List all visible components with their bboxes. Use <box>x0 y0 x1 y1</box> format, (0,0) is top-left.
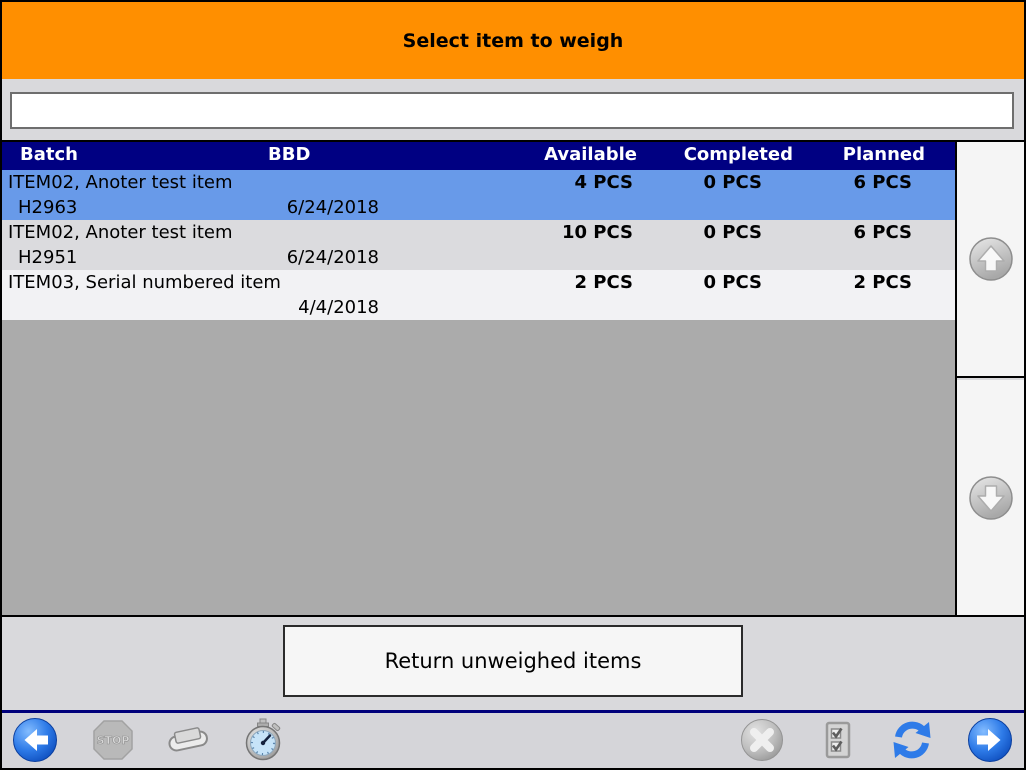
column-header-completed: Completed <box>684 144 793 165</box>
row-item-name: ITEM02, Anoter test item <box>8 172 233 193</box>
column-header-bbd: BBD <box>268 144 310 165</box>
row-completed-qty: 0 PCS <box>704 172 763 193</box>
row-bbd-date: 4/4/2018 <box>298 297 379 318</box>
cancel-x-icon <box>738 716 786 764</box>
row-batch-number: H2963 <box>18 197 77 218</box>
page-title-bar: Select item to weigh <box>2 2 1024 79</box>
column-header-available: Available <box>544 144 637 165</box>
back-button[interactable] <box>11 716 59 764</box>
scroll-down-button[interactable] <box>957 380 1024 615</box>
cancel-button <box>738 716 786 764</box>
back-arrow-icon <box>12 717 58 763</box>
row-completed-qty: 0 PCS <box>704 272 763 293</box>
row-bbd-date: 6/24/2018 <box>287 247 379 268</box>
column-header-planned: Planned <box>843 144 925 165</box>
row-planned-qty: 6 PCS <box>854 172 913 193</box>
return-unweighed-button[interactable]: Return unweighed items <box>283 625 743 697</box>
table-row[interactable]: ITEM02, Anoter test item H2963 6/24/2018… <box>2 170 955 220</box>
refresh-icon <box>888 716 936 764</box>
stop-label: STOP <box>97 734 130 747</box>
table-header-row: Batch BBD Available Completed Planned <box>2 142 955 170</box>
forward-arrow-icon <box>967 717 1013 763</box>
weighing-scale-icon <box>164 716 212 764</box>
refresh-button[interactable] <box>888 716 936 764</box>
forward-button[interactable] <box>966 716 1014 764</box>
checklist-icon <box>814 716 862 764</box>
row-planned-qty: 6 PCS <box>854 222 913 243</box>
items-table-body: Batch BBD Available Completed Planned IT… <box>2 142 955 615</box>
arrow-down-icon <box>967 474 1015 522</box>
row-available-qty: 2 PCS <box>575 272 634 293</box>
row-available-qty: 10 PCS <box>562 222 633 243</box>
scroll-up-button[interactable] <box>957 142 1024 378</box>
arrow-up-icon <box>967 235 1015 283</box>
row-bbd-date: 6/24/2018 <box>287 197 379 218</box>
row-item-name: ITEM03, Serial numbered item <box>8 272 281 293</box>
items-table: Batch BBD Available Completed Planned IT… <box>2 140 1024 617</box>
row-batch-number: H2951 <box>18 247 77 268</box>
scan-input[interactable] <box>10 92 1014 129</box>
row-completed-qty: 0 PCS <box>704 222 763 243</box>
row-item-name: ITEM02, Anoter test item <box>8 222 233 243</box>
table-rows: ITEM02, Anoter test item H2963 6/24/2018… <box>2 170 955 320</box>
stop-button: STOP <box>89 716 137 764</box>
bottom-toolbar <box>2 713 1024 768</box>
table-row[interactable]: ITEM02, Anoter test item H2951 6/24/2018… <box>2 220 955 270</box>
row-available-qty: 4 PCS <box>575 172 634 193</box>
row-planned-qty: 2 PCS <box>854 272 913 293</box>
scale-button[interactable] <box>164 716 212 764</box>
column-header-batch: Batch <box>20 144 78 165</box>
page-title: Select item to weigh <box>403 30 624 52</box>
stop-sign-icon: STOP <box>89 716 137 764</box>
table-row[interactable]: ITEM03, Serial numbered item 4/4/2018 2 … <box>2 270 955 320</box>
checklist-button <box>814 716 862 764</box>
weighing-app-window: Select item to weigh Batch BBD Available… <box>0 0 1026 770</box>
stopwatch-icon <box>239 716 287 764</box>
timer-button[interactable] <box>239 716 287 764</box>
